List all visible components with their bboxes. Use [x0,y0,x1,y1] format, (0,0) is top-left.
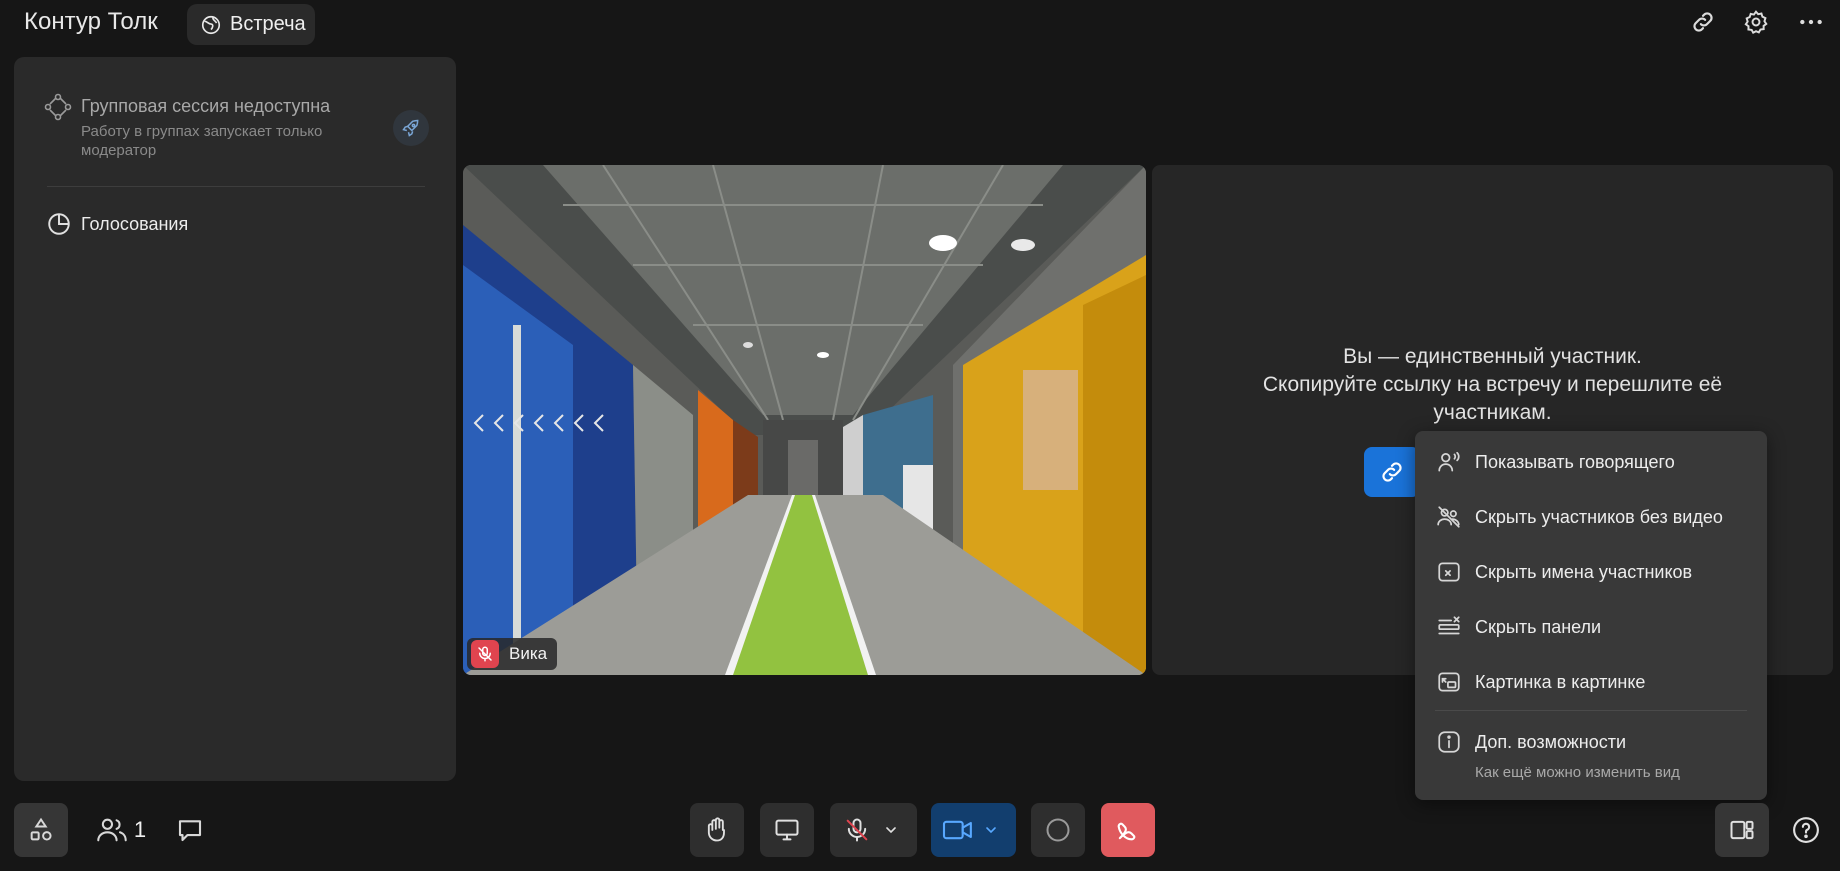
layout-icon [1728,816,1756,844]
more-icon[interactable] [1793,4,1829,40]
group-session-subtitle: Работу в группах запускает только модера… [81,123,323,159]
raise-hand-button[interactable] [690,803,744,857]
mic-off-icon [843,816,871,844]
menu-item-accessibility[interactable]: Доп. возможности [1415,720,1767,764]
menu-item-pip[interactable]: Картинка в картинке [1415,660,1767,704]
chevron-down-icon[interactable] [983,822,999,838]
participants-button[interactable]: 1 [86,803,156,857]
group-session-title: Групповая сессия недоступна [81,96,331,116]
meeting-icon [200,14,222,36]
monitor-icon [772,816,802,844]
hide-panels-icon [1435,613,1463,641]
menu-item-label: Показывать говорящего [1475,451,1675,472]
copy-link-button[interactable] [1364,447,1420,497]
participants-count: 1 [133,817,147,842]
users-icon [96,816,128,844]
help-icon [1791,815,1821,845]
phone-icon [1114,816,1142,844]
apps-button[interactable] [14,803,68,857]
microphone-button[interactable] [830,803,917,857]
layout-button[interactable] [1715,803,1769,857]
video-frame-image [463,165,1146,675]
chevron-down-icon[interactable] [883,822,899,838]
polls-icon [46,211,72,237]
app-title: Контур Толк [24,8,158,35]
shapes-icon [27,816,55,844]
speaker-icon [1435,448,1463,476]
menu-item-label: Скрыть имена участников [1475,561,1693,582]
pip-icon [1435,668,1463,696]
panel-divider [47,186,425,187]
menu-item-hide-no-video[interactable]: Скрыть участников без видео [1415,495,1767,539]
chat-button[interactable] [164,803,216,857]
mic-muted-icon [471,640,499,668]
record-icon [1044,816,1072,844]
alone-message-line1: Вы — единственный участник. [1343,345,1642,368]
link-icon [1379,459,1405,485]
participant-video[interactable] [463,165,1146,675]
hand-icon [703,816,731,844]
alone-message-line3: участникам. [1433,401,1552,424]
menu-item-label: Скрыть участников без видео [1475,506,1723,527]
hide-users-icon [1435,503,1463,531]
chat-icon [175,815,205,845]
meeting-badge-label: Встреча [230,13,306,35]
participant-name-tag: Вика [467,638,558,670]
menu-item-label: Скрыть панели [1475,616,1602,637]
menu-item-hide-panels[interactable]: Скрыть панели [1415,605,1767,649]
view-options-menu: Показывать говорящего Скрыть участников … [1415,431,1767,800]
menu-item-hide-names[interactable]: Скрыть имена участников [1415,550,1767,594]
info-icon [1435,728,1463,756]
menu-item-label: Картинка в картинке [1475,671,1646,692]
alone-message: Вы — единственный участник. Скопируйте с… [1152,343,1833,427]
camera-icon [941,816,975,844]
menu-item-show-speaker[interactable]: Показывать говорящего [1415,440,1767,484]
record-button[interactable] [1031,803,1085,857]
side-panel [14,57,456,781]
menu-item-label: Доп. возможности [1475,731,1627,752]
menu-divider [1435,710,1747,711]
meeting-badge[interactable]: Встреча [187,4,315,45]
link-icon[interactable] [1685,4,1721,40]
screen-share-button[interactable] [760,803,814,857]
rocket-icon [401,118,421,138]
participant-name: Вика [509,644,548,663]
help-button[interactable] [1785,803,1827,857]
gear-icon[interactable] [1738,4,1774,40]
hide-names-icon [1435,558,1463,586]
hang-up-button[interactable] [1101,803,1155,857]
group-session-icon [44,93,72,121]
menu-item-accessibility-subtitle: Как ещё можно изменить вид [1475,764,1680,781]
polls-item[interactable]: Голосования [81,214,188,235]
camera-button[interactable] [931,803,1016,857]
alone-message-line2: Скопируйте ссылку на встречу и перешлите… [1262,373,1723,396]
start-group-session-button[interactable] [393,110,429,146]
